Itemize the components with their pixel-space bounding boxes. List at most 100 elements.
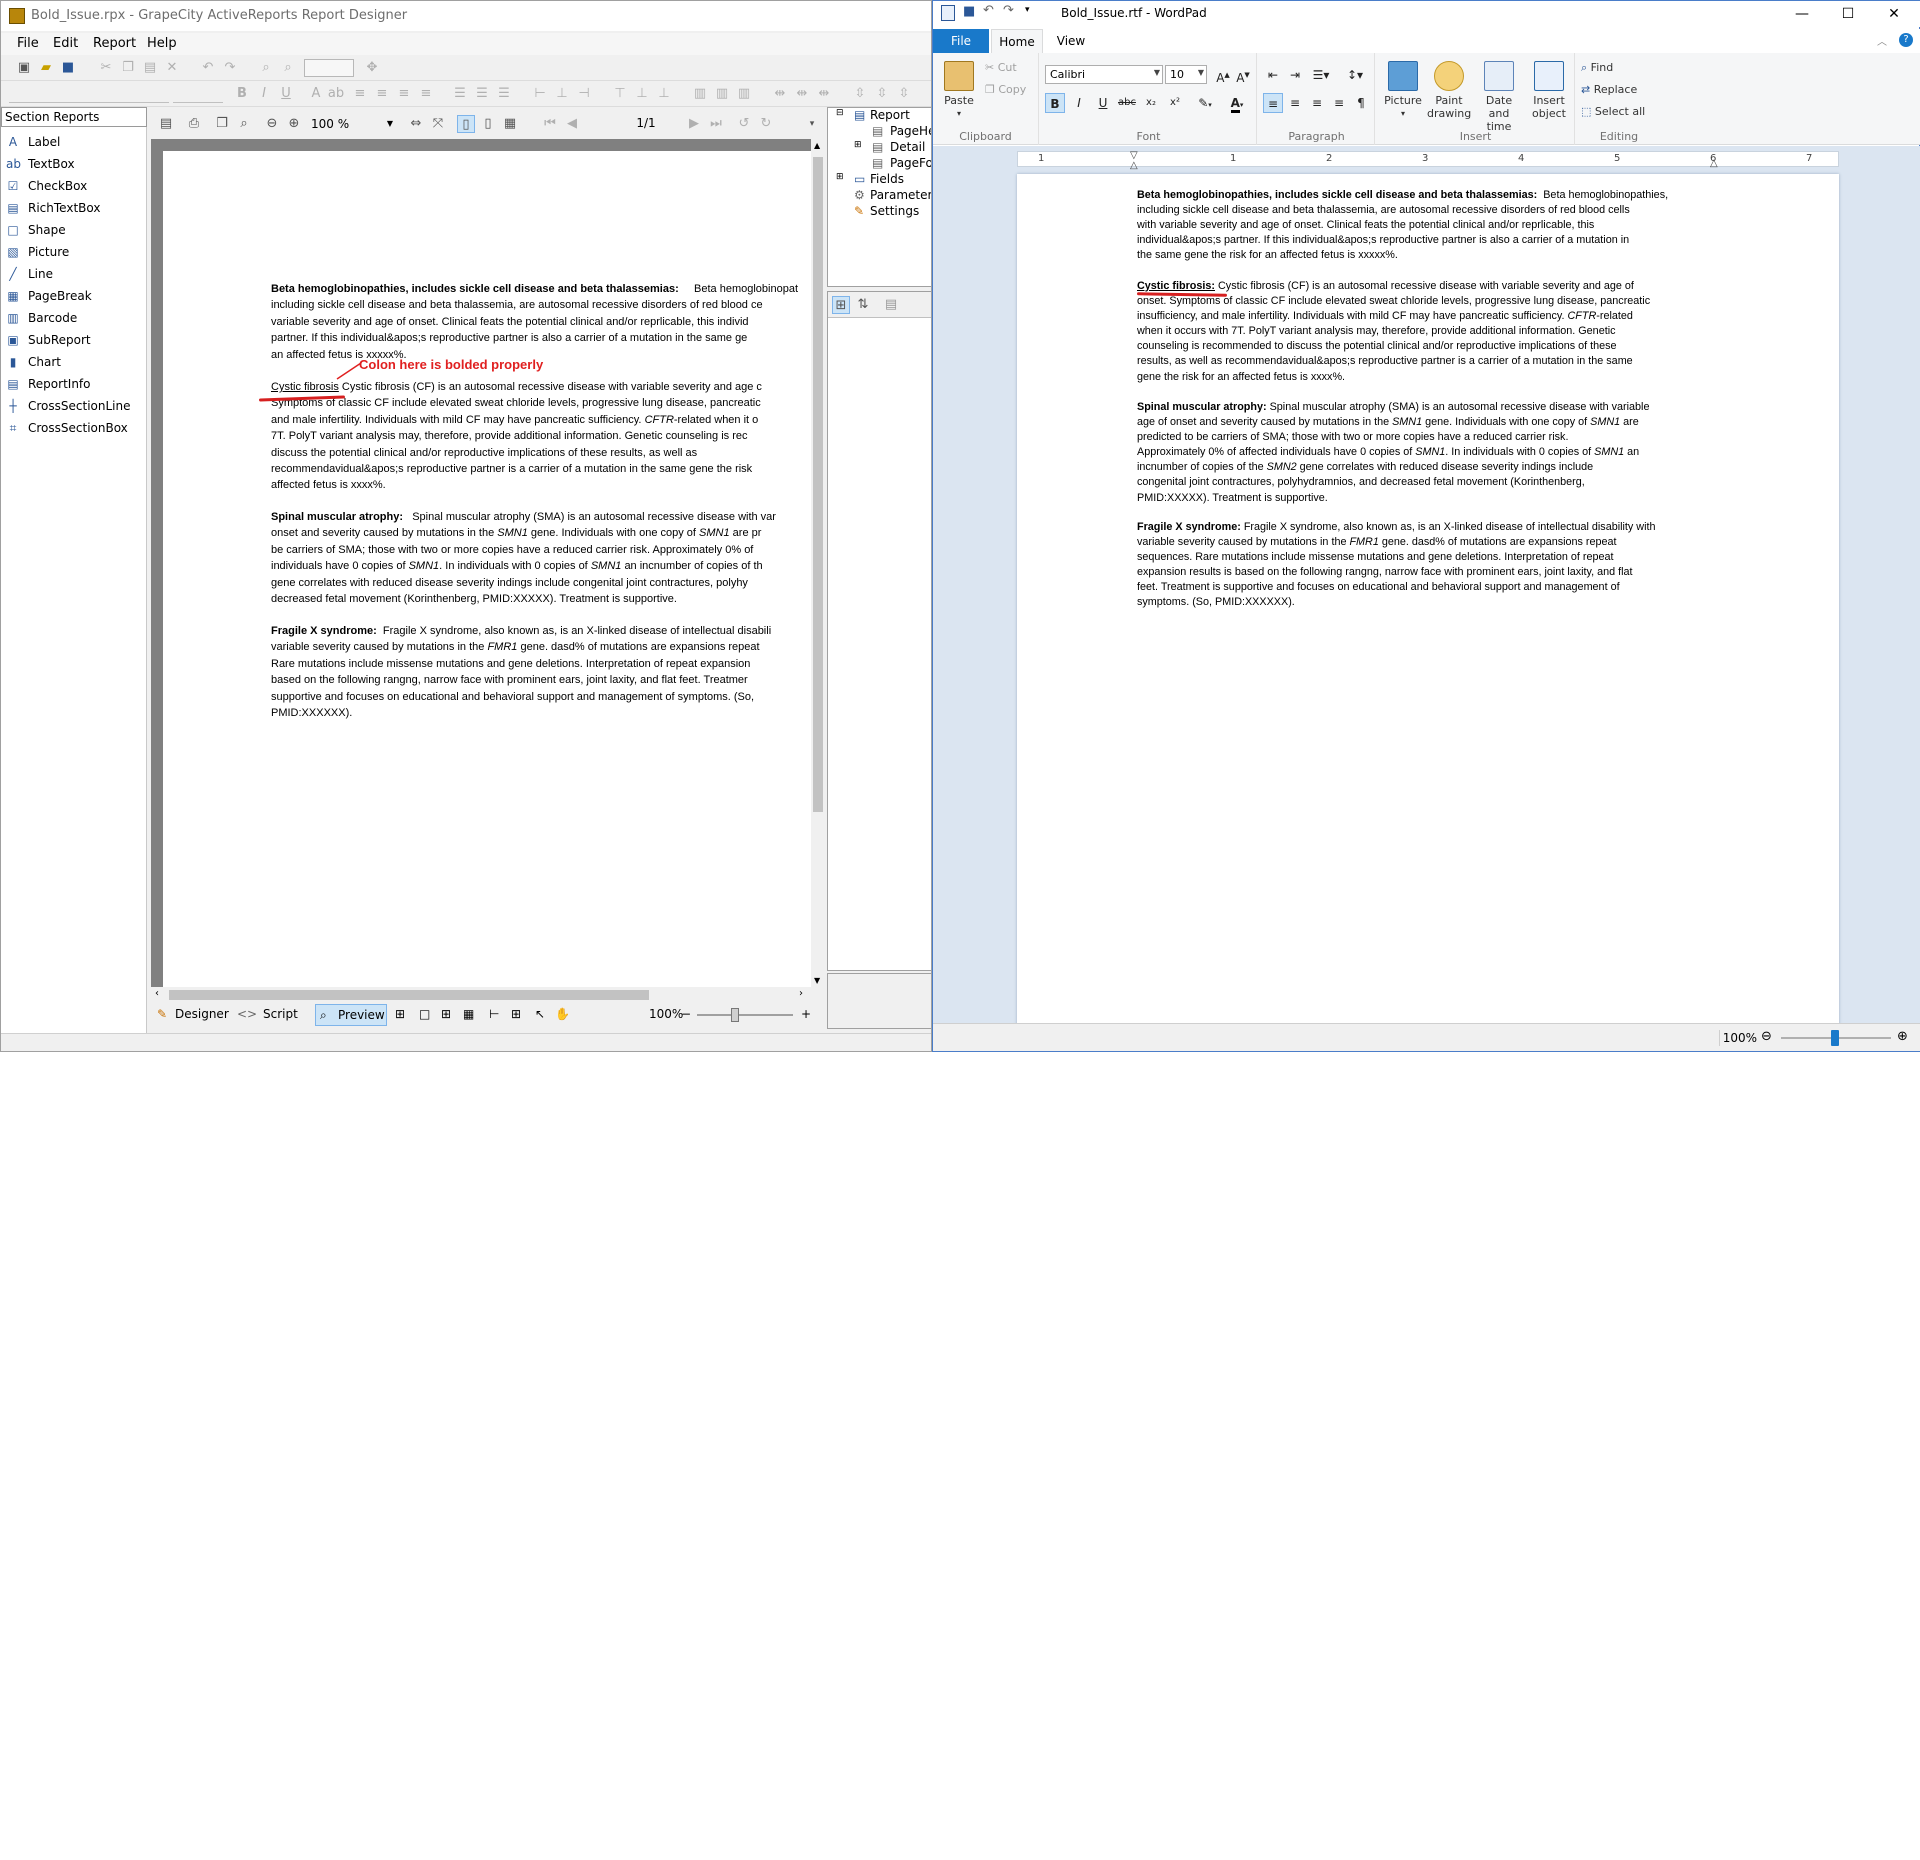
wp-zoom-in-icon[interactable]: ⊕ <box>1897 1029 1908 1044</box>
pointer-icon[interactable]: ↖ <box>535 1007 545 1021</box>
explorer-pagefooter[interactable]: PageFo <box>890 156 931 170</box>
vspace-inc-icon[interactable]: ⇳ <box>873 85 891 103</box>
last-page-icon[interactable]: ⏭ <box>707 115 725 133</box>
align-left-icon[interactable]: ≡ <box>351 85 369 103</box>
help-icon[interactable]: ? <box>1899 33 1913 47</box>
bold-icon[interactable]: B <box>233 85 251 103</box>
explorer-settings[interactable]: Settings <box>870 204 919 218</box>
wp-zoom-slider-thumb[interactable] <box>1831 1030 1839 1046</box>
date-time-button[interactable]: Date and time <box>1475 61 1523 133</box>
replace-button[interactable]: ⇄ Replace <box>1581 83 1637 96</box>
increase-indent-icon[interactable]: ⇥ <box>1285 65 1305 85</box>
undo-icon[interactable]: ↶ <box>199 59 217 77</box>
underline-button[interactable]: U <box>1093 93 1113 113</box>
same-height-icon[interactable]: ▥ <box>713 85 731 103</box>
cut-icon[interactable]: ✂ <box>97 59 115 77</box>
back-icon[interactable]: ↺ <box>735 115 753 133</box>
explorer-detail[interactable]: Detail <box>890 140 925 154</box>
same-size-icon[interactable]: ▥ <box>735 85 753 103</box>
script-tab[interactable]: Script <box>263 1007 298 1021</box>
zoom-combo[interactable] <box>304 59 354 77</box>
tool-picture[interactable]: ▧ Picture <box>6 243 144 263</box>
toolbar-overflow-icon[interactable]: ▾ <box>803 115 821 133</box>
align-center-icon[interactable]: ≡ <box>373 85 391 103</box>
delete-icon[interactable]: ✕ <box>163 59 181 77</box>
tool-reportinfo[interactable]: ▤ ReportInfo <box>6 375 144 395</box>
zoom-out-icon[interactable]: ⊖ <box>263 115 281 133</box>
forward-icon[interactable]: ↻ <box>757 115 775 133</box>
align-right-icon[interactable]: ≡ <box>395 85 413 103</box>
continuous-icon[interactable]: ▯ <box>479 115 497 133</box>
fit-width-icon[interactable]: ⇔ <box>407 115 425 133</box>
hspace-icon[interactable]: ⇹ <box>771 85 789 103</box>
table-grid-icon[interactable]: ▦ <box>463 1007 474 1021</box>
justify-icon[interactable]: ≡ <box>417 85 435 103</box>
new-report-icon[interactable]: ▣ <box>15 59 33 77</box>
explorer-pageheader[interactable]: PageHe <box>890 124 931 138</box>
preview-tab[interactable]: ⌕ Preview <box>315 1004 387 1026</box>
tool-checkbox[interactable]: ☑ CheckBox <box>6 177 144 197</box>
property-pages-icon[interactable]: ▤ <box>882 296 900 314</box>
vspace-dec-icon[interactable]: ⇳ <box>895 85 913 103</box>
highlight-icon[interactable]: ab <box>327 85 345 103</box>
menu-file[interactable]: File <box>17 36 39 51</box>
viewer-zoom-combo[interactable]: 100 % ▼ <box>311 115 395 133</box>
shrink-font-icon[interactable]: A▼ <box>1233 65 1253 85</box>
tool-crosssectionbox[interactable]: ⌗ CrossSectionBox <box>6 419 144 439</box>
tool-shape[interactable]: □ Shape <box>6 221 144 241</box>
same-width-icon[interactable]: ▥ <box>691 85 709 103</box>
ruler[interactable]: 1 1 2 3 4 5 6 7 ▽ △ △ <box>1017 150 1839 171</box>
align-lefts-icon[interactable]: ⊢ <box>531 85 549 103</box>
paste-icon[interactable]: ▤ <box>141 59 159 77</box>
bullets-icon[interactable]: ☰ <box>451 85 469 103</box>
tool-textbox[interactable]: ab TextBox <box>6 155 144 175</box>
fit-page-icon[interactable]: ⤧ <box>429 115 447 133</box>
text-color-button[interactable]: A▾ <box>1223 93 1251 113</box>
right-indent-icon[interactable]: △ <box>1710 158 1718 169</box>
bullets-icon[interactable]: ☰▾ <box>1307 65 1335 85</box>
grow-font-icon[interactable]: A▲ <box>1213 65 1233 85</box>
zoom-slider[interactable] <box>697 1014 793 1016</box>
paragraph-dialog-icon[interactable]: ¶ <box>1351 93 1371 113</box>
find-icon[interactable]: ⌕ <box>257 59 275 77</box>
left-indent-icon[interactable]: △ <box>1130 160 1138 171</box>
dimension-icon[interactable]: ⊞ <box>511 1007 521 1021</box>
decrease-indent-icon[interactable]: ⇤ <box>1263 65 1283 85</box>
tool-richtextbox[interactable]: ▤ RichTextBox <box>6 199 144 219</box>
align-center-icon[interactable]: ≡ <box>1285 93 1305 113</box>
font-size-combo[interactable]: 10 ▼ <box>1165 65 1207 84</box>
scroll-left-icon[interactable]: ‹ <box>155 988 159 999</box>
qat-undo-icon[interactable]: ↶ <box>983 3 994 18</box>
copy-page-icon[interactable]: ❐ <box>213 115 231 133</box>
font-family-combo[interactable]: Calibri ▼ <box>1045 65 1163 84</box>
menu-help[interactable]: Help <box>147 36 177 51</box>
superscript-button[interactable]: x² <box>1165 93 1185 113</box>
subscript-button[interactable]: x₂ <box>1141 93 1161 113</box>
explorer-fields[interactable]: Fields <box>870 172 904 186</box>
close-icon[interactable]: ✕ <box>1871 3 1917 25</box>
wp-zoom-out-icon[interactable]: ⊖ <box>1761 1029 1772 1044</box>
hspace-inc-icon[interactable]: ⇹ <box>793 85 811 103</box>
preview-vertical-scrollbar[interactable]: ▲ ▼ <box>811 139 825 987</box>
document-page[interactable]: Beta hemoglobinopathies, includes sickle… <box>1017 174 1839 1032</box>
copy-button[interactable]: ❐ Copy <box>985 83 1026 96</box>
scroll-up-icon[interactable]: ▲ <box>814 141 820 150</box>
single-page-icon[interactable]: ▯ <box>457 115 475 133</box>
replace-icon[interactable]: ⌕ <box>279 59 297 77</box>
explorer-parameters[interactable]: Parameters <box>870 188 931 202</box>
paste-button[interactable]: Paste ▾ <box>941 61 977 120</box>
categorized-icon[interactable]: ⊞ <box>832 296 850 314</box>
dotted-grid-icon[interactable]: ⊞ <box>441 1007 451 1021</box>
prev-page-icon[interactable]: ◀ <box>563 115 581 133</box>
open-folder-icon[interactable]: ▰ <box>37 59 55 77</box>
insert-object-button[interactable]: Insert object <box>1527 61 1571 120</box>
tool-line[interactable]: ╱ Line <box>6 265 144 285</box>
preview-horizontal-scrollbar[interactable]: ‹ › <box>151 987 811 1003</box>
bold-button[interactable]: B <box>1045 93 1065 113</box>
designer-tab[interactable]: Designer <box>175 1007 229 1021</box>
tool-barcode[interactable]: ▥ Barcode <box>6 309 144 329</box>
collapse-icon[interactable]: ⊟ <box>836 108 844 118</box>
zoom-minus-icon[interactable]: − <box>681 1007 691 1021</box>
redo-icon[interactable]: ↷ <box>221 59 239 77</box>
next-page-icon[interactable]: ▶ <box>685 115 703 133</box>
